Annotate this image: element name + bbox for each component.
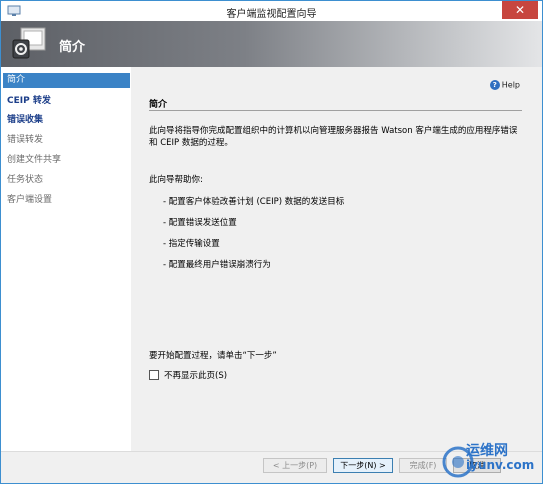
sidebar-item-file-share[interactable]: 创建文件共享 <box>3 153 130 168</box>
help-icon: ? <box>489 80 500 90</box>
sidebar: 简介 CEIP 转发 错误收集 错误转发 创建文件共享 任务状态 客户端设置 <box>1 67 131 451</box>
next-button[interactable]: 下一步(N) > <box>333 458 393 473</box>
sidebar-item-error-forwarding[interactable]: 错误转发 <box>3 133 130 148</box>
sidebar-item-intro[interactable]: 简介 <box>3 73 130 88</box>
monitor-config-icon <box>12 27 46 59</box>
sidebar-item-client-settings[interactable]: 客户端设置 <box>3 193 130 208</box>
dont-show-again-checkbox[interactable] <box>149 370 159 380</box>
wizard-intro: 此向导帮助你: <box>149 175 203 185</box>
close-button[interactable]: ✕ <box>502 1 538 19</box>
bullet-item: - 配置客户体验改善计划 (CEIP) 数据的发送目标 <box>163 197 345 207</box>
watermark-name: 运维网 <box>466 443 508 459</box>
sidebar-item-task-status[interactable]: 任务状态 <box>3 173 130 188</box>
dont-show-again-row[interactable]: 不再显示此页(S) <box>149 369 227 381</box>
section-title: 简介 <box>149 100 168 110</box>
page-header: 简介 <box>1 21 542 67</box>
back-button[interactable]: < 上一步(P) <box>263 458 327 473</box>
section-divider <box>149 110 522 111</box>
sidebar-item-error-collection[interactable]: 错误收集 <box>3 113 130 128</box>
title-bar[interactable]: 客户端监视配置向导 ✕ <box>1 1 542 21</box>
dont-show-again-label: 不再显示此页(S) <box>164 371 228 381</box>
watermark-url: iyunv.com <box>466 458 535 472</box>
main-content: ? Help 简介 此向导将指导你完成配置组织中的计算机以向管理服务器报告 Wat… <box>131 67 542 451</box>
bullet-item: - 配置错误发送位置 <box>163 218 237 228</box>
help-label: Help <box>501 80 520 90</box>
sidebar-item-ceip[interactable]: CEIP 转发 <box>3 94 130 109</box>
window-title: 客户端监视配置向导 <box>226 9 317 20</box>
header-title: 简介 <box>59 40 86 55</box>
start-instruction: 要开始配置过程，请单击“下一步” <box>149 351 277 361</box>
help-link[interactable]: ? Help <box>489 80 520 90</box>
bullet-item: - 配置最终用户错误崩溃行为 <box>163 260 271 270</box>
wizard-description: 此向导将指导你完成配置组织中的计算机以向管理服务器报告 Watson 客户端生成… <box>149 126 518 148</box>
wizard-window: 客户端监视配置向导 ✕ 简介 简介 CEIP 转发 错误收集 错误转发 创建文件… <box>0 0 543 484</box>
bullet-item: - 指定传输设置 <box>163 239 220 249</box>
